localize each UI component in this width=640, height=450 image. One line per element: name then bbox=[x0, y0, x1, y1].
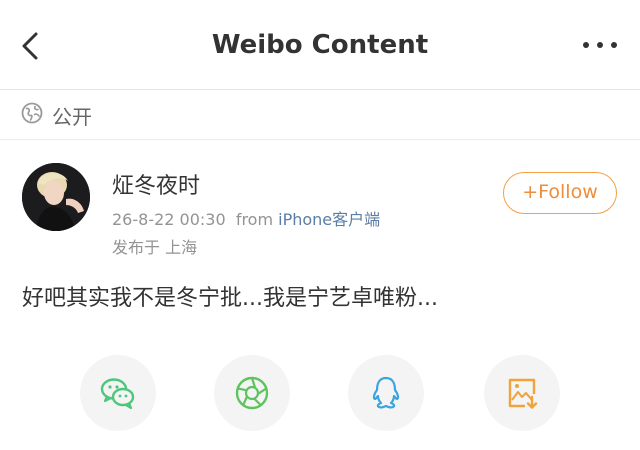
top-nav-bar: Weibo Content bbox=[0, 0, 640, 90]
qq-icon bbox=[372, 376, 400, 409]
save-image-button[interactable] bbox=[484, 355, 560, 431]
avatar[interactable] bbox=[22, 163, 90, 231]
username[interactable]: 炡冬夜时 bbox=[112, 168, 200, 200]
post-meta: 26-8-22 00:30 from iPhone客户端 bbox=[112, 206, 380, 230]
post-location: 发布于 上海 bbox=[112, 238, 198, 257]
more-options-icon[interactable] bbox=[578, 30, 622, 60]
globe-icon bbox=[21, 102, 43, 124]
wechat-icon bbox=[100, 378, 135, 410]
share-moments-button[interactable] bbox=[214, 355, 290, 431]
from-label: from bbox=[235, 210, 274, 229]
page-title: Weibo Content bbox=[211, 30, 429, 60]
share-wechat-button[interactable] bbox=[80, 355, 156, 431]
share-qq-button[interactable] bbox=[348, 355, 424, 431]
visibility-label: 公开 bbox=[52, 105, 92, 129]
moments-icon bbox=[235, 376, 269, 410]
post-source[interactable]: iPhone客户端 bbox=[278, 210, 380, 229]
save-image-icon bbox=[508, 378, 538, 409]
post-text: 好吧其实我不是冬宁批...我是宁艺卓唯粉... bbox=[22, 286, 438, 311]
follow-button[interactable]: +Follow bbox=[503, 172, 617, 214]
visibility-row: 公开 bbox=[0, 90, 640, 140]
post-date: 26-8-22 00:30 bbox=[112, 210, 226, 229]
